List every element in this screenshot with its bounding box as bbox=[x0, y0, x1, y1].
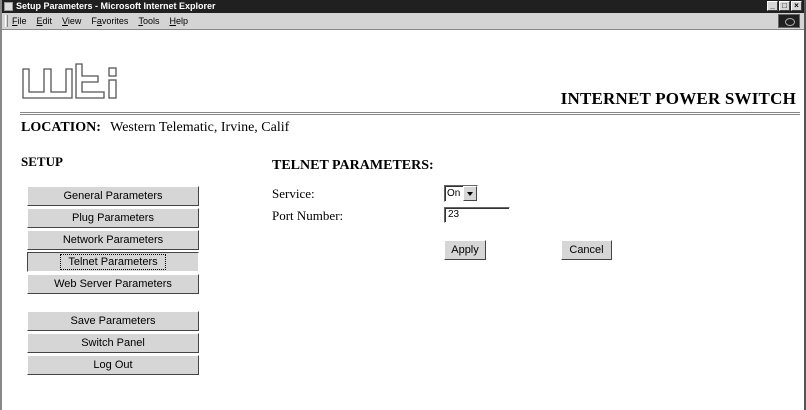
setup-heading: SETUP bbox=[21, 154, 63, 169]
maximize-button[interactable]: □ bbox=[779, 1, 790, 11]
general-parameters-button[interactable]: General Parameters bbox=[27, 186, 199, 206]
dropdown-arrow-icon[interactable] bbox=[463, 186, 477, 201]
wti-logo bbox=[22, 63, 117, 99]
ie-app-icon bbox=[4, 2, 13, 11]
menu-file[interactable]: File bbox=[12, 16, 27, 26]
menu-favorites[interactable]: Favorites bbox=[91, 16, 128, 26]
service-select[interactable]: On bbox=[444, 185, 478, 202]
header-divider bbox=[20, 112, 800, 115]
network-parameters-button[interactable]: Network Parameters bbox=[27, 230, 199, 250]
cancel-button[interactable]: Cancel bbox=[561, 240, 612, 260]
web-server-parameters-button[interactable]: Web Server Parameters bbox=[27, 274, 199, 294]
close-button[interactable]: × bbox=[791, 1, 802, 11]
log-out-button[interactable]: Log Out bbox=[27, 355, 199, 375]
menu-edit[interactable]: Edit bbox=[37, 16, 53, 26]
plug-parameters-button[interactable]: Plug Parameters bbox=[27, 208, 199, 228]
switch-panel-button[interactable]: Switch Panel bbox=[27, 333, 199, 353]
menu-items: File Edit View Favorites Tools Help bbox=[12, 16, 188, 26]
title-bar: Setup Parameters - Microsoft Internet Ex… bbox=[2, 0, 804, 13]
page-content: INTERNET POWER SWITCH LOCATION: Western … bbox=[2, 31, 804, 410]
ie-throbber-icon bbox=[778, 14, 800, 28]
port-number-input[interactable]: 23 bbox=[444, 207, 510, 223]
save-parameters-button[interactable]: Save Parameters bbox=[27, 311, 199, 331]
service-label: Service: bbox=[272, 186, 315, 201]
menu-bar: File Edit View Favorites Tools Help bbox=[2, 13, 804, 30]
telnet-parameters-button[interactable]: Telnet Parameters bbox=[27, 252, 199, 272]
window-title: Setup Parameters - Microsoft Internet Ex… bbox=[16, 1, 216, 11]
service-select-value: On bbox=[447, 188, 461, 199]
window-controls: _ □ × bbox=[767, 1, 802, 11]
browser-window: Setup Parameters - Microsoft Internet Ex… bbox=[0, 0, 806, 410]
port-number-label: Port Number: bbox=[272, 208, 344, 223]
location-label: LOCATION: bbox=[21, 120, 101, 135]
menu-help[interactable]: Help bbox=[169, 16, 188, 26]
apply-button[interactable]: Apply bbox=[444, 240, 486, 260]
toolbar-grip bbox=[5, 15, 8, 27]
menu-tools[interactable]: Tools bbox=[138, 16, 159, 26]
product-title: INTERNET POWER SWITCH bbox=[560, 89, 796, 108]
menu-view[interactable]: View bbox=[62, 16, 81, 26]
telnet-parameters-heading: TELNET PARAMETERS: bbox=[272, 158, 434, 173]
minimize-button[interactable]: _ bbox=[767, 1, 778, 11]
location-value: Western Telematic, Irvine, Calif bbox=[110, 120, 290, 135]
location-line: LOCATION: Western Telematic, Irvine, Cal… bbox=[21, 120, 289, 136]
